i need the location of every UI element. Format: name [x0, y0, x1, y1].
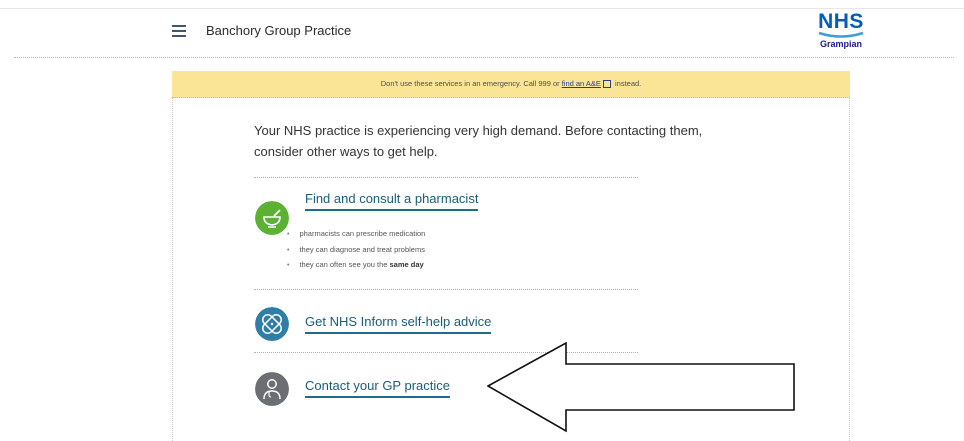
banner-text-before: Don't use these services in an emergency… — [380, 79, 562, 88]
pointer-arrow-icon — [487, 342, 795, 433]
intro-text: Your NHS practice is experiencing very h… — [254, 123, 703, 159]
pharmacist-benefits-list: pharmacists can prescribe medication the… — [287, 227, 425, 274]
menu-icon[interactable] — [172, 25, 186, 37]
practice-name: Banchory Group Practice — [206, 23, 352, 38]
doctor-icon — [255, 372, 289, 406]
header-divider — [14, 57, 954, 58]
logo-title: NHS — [818, 10, 864, 33]
divider — [254, 289, 638, 290]
banner-text-after: instead. — [612, 79, 642, 88]
external-link-icon — [602, 80, 611, 89]
contact-gp-link[interactable]: Contact your GP practice — [305, 378, 450, 398]
list-item: they can diagnose and treat problems — [287, 243, 425, 259]
pharmacy-mortar-icon — [255, 201, 289, 235]
divider — [254, 177, 638, 178]
list-item: pharmacists can prescribe medication — [287, 227, 425, 243]
logo-subtitle: Grampian — [819, 39, 862, 49]
list-item: they can often see you the same day — [287, 258, 425, 274]
emergency-banner: Don't use these services in an emergency… — [172, 71, 850, 98]
find-ae-link[interactable]: find an A&E — [562, 79, 601, 88]
nhs-inform-link[interactable]: Get NHS Inform self-help advice — [305, 314, 492, 334]
find-pharmacist-link[interactable]: Find and consult a pharmacist — [305, 191, 479, 211]
bandage-plaster-icon — [255, 307, 289, 341]
nhs-grampian-logo[interactable]: NHS Grampian — [813, 11, 869, 51]
